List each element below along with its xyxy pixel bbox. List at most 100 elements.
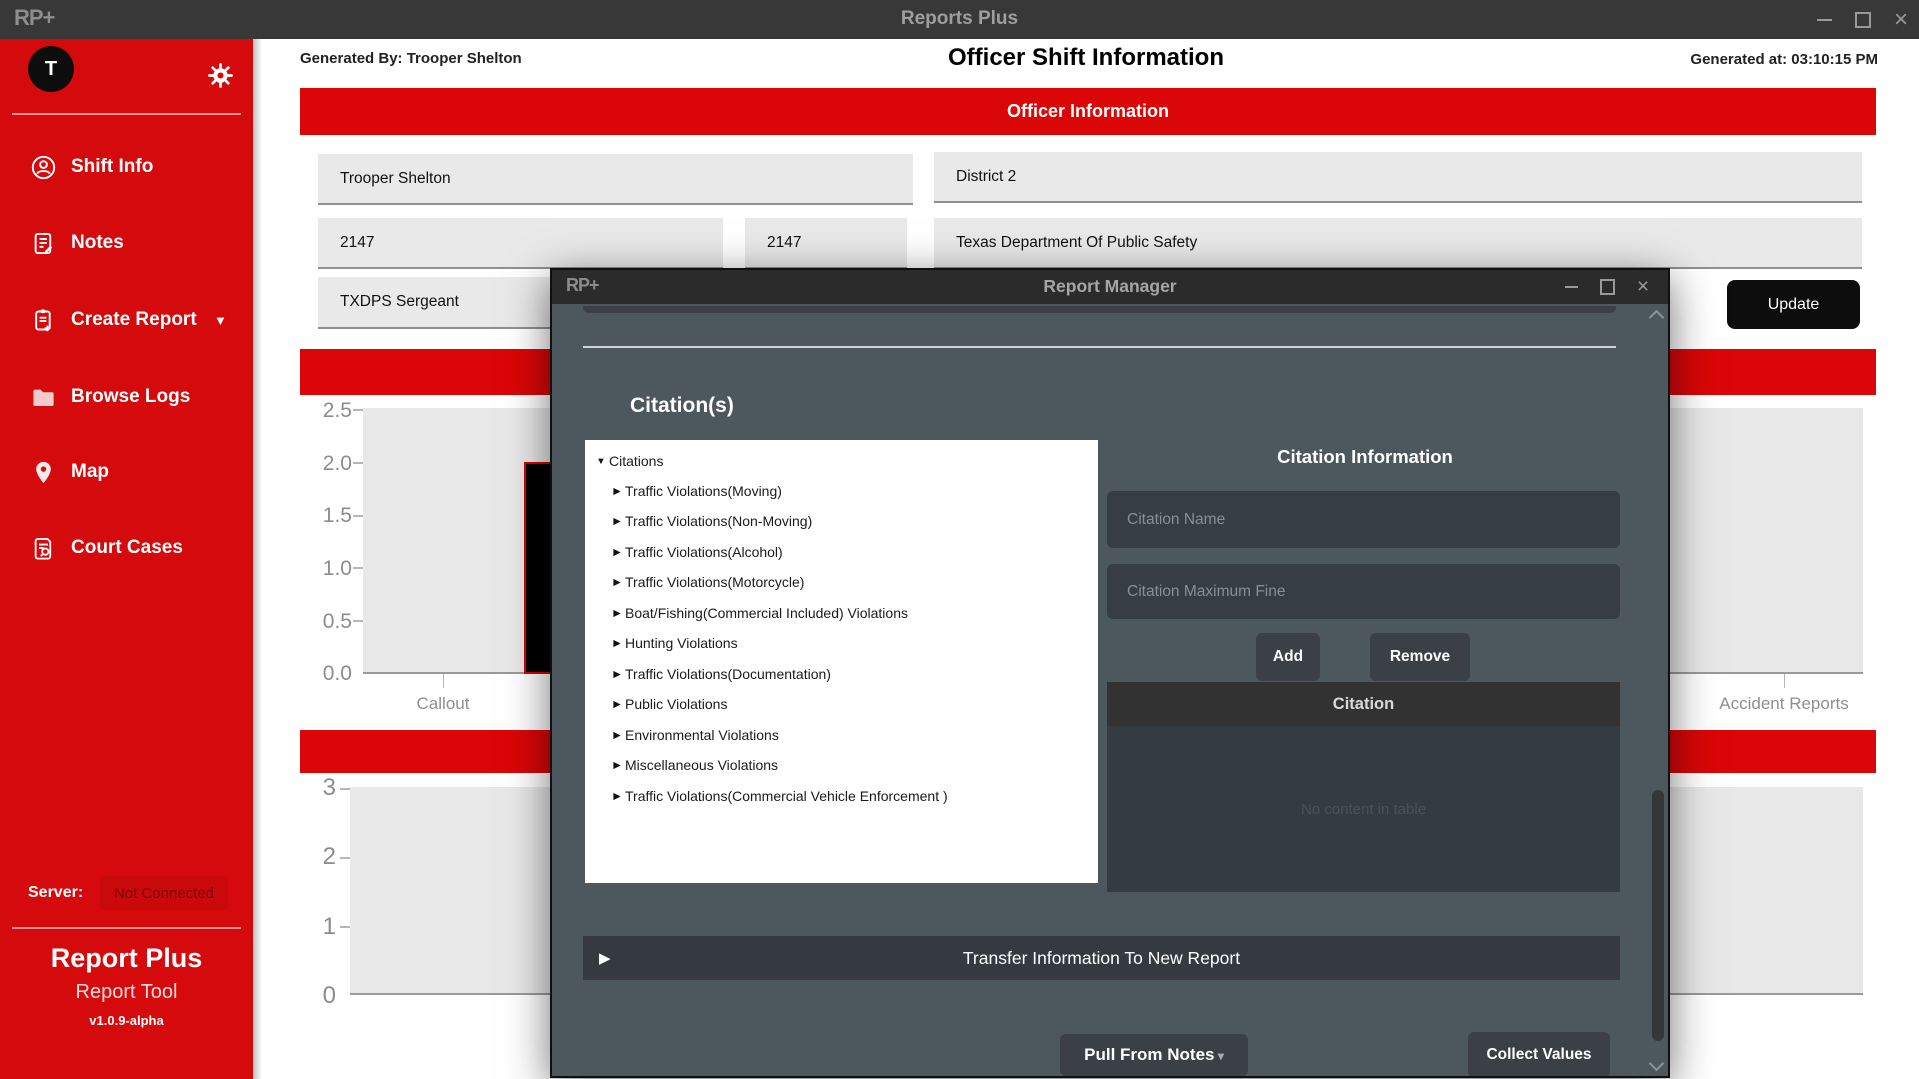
- y-tick-label: 1.5: [292, 504, 352, 528]
- table-empty-placeholder: No content in table: [1301, 801, 1426, 818]
- citation-max-fine-input[interactable]: [1107, 564, 1620, 619]
- map-pin-icon: [30, 459, 57, 486]
- sidebar-item-label: Notes: [71, 232, 124, 254]
- person-circle-icon: [30, 154, 57, 181]
- tree-item-label: Citations: [609, 453, 663, 469]
- citation-column-label: Citation: [1333, 695, 1394, 714]
- x-tick-mark: [1784, 674, 1785, 688]
- sidebar-item-browse-logs[interactable]: Browse Logs: [0, 381, 253, 413]
- citation-table-header: Citation: [1107, 682, 1620, 726]
- dialog-maximize-icon[interactable]: [1590, 270, 1624, 304]
- maximize-icon[interactable]: [1845, 0, 1881, 39]
- y-tick-label: 2.0: [292, 452, 352, 476]
- transfer-to-new-report-button[interactable]: ▶ Transfer Information To New Report: [583, 936, 1620, 980]
- triangle-right-icon[interactable]: ▶: [609, 760, 625, 771]
- tree-item[interactable]: ▶Traffic Violations(Alcohol): [609, 537, 1114, 567]
- department-field[interactable]: [934, 218, 1862, 269]
- add-button[interactable]: Add: [1256, 633, 1320, 681]
- citation-information-title: Citation Information: [1107, 446, 1623, 468]
- sidebar-item-label: Create Report: [71, 309, 197, 331]
- remove-button[interactable]: Remove: [1370, 633, 1470, 681]
- sidebar-item-map[interactable]: Map: [0, 456, 253, 488]
- scrollbar-thumb[interactable]: [1652, 790, 1664, 1041]
- tree-item[interactable]: ▶Traffic Violations(Non-Moving): [609, 506, 1114, 536]
- gear-icon[interactable]: [207, 62, 234, 89]
- y-tick-label: 0.5: [292, 610, 352, 634]
- officer-name-field[interactable]: [318, 154, 913, 205]
- tree-item-label: Public Violations: [625, 696, 727, 712]
- badge-number-field[interactable]: [318, 218, 723, 269]
- dialog-titlebar[interactable]: RP+ Report Manager ×: [552, 270, 1668, 304]
- sidebar-item-label: Map: [71, 461, 109, 483]
- tree-item[interactable]: ▶Environmental Violations: [609, 720, 1114, 750]
- officer-information-title: Officer Information: [1007, 101, 1169, 122]
- sidebar-item-notes[interactable]: Notes: [0, 227, 253, 259]
- collect-values-button[interactable]: Collect Values: [1468, 1032, 1610, 1078]
- tree-item[interactable]: ▶Hunting Violations: [609, 628, 1114, 658]
- tree-item-label: Hunting Violations: [625, 635, 738, 651]
- y-tick-mark: [353, 462, 363, 464]
- server-label: Server:: [28, 884, 83, 902]
- triangle-right-icon[interactable]: ▶: [609, 669, 625, 680]
- tree-item[interactable]: ▶Public Violations: [609, 689, 1114, 719]
- sidebar-item-shift-info[interactable]: Shift Info: [0, 151, 253, 183]
- citation-name-input[interactable]: [1107, 491, 1620, 548]
- scrolled-content-edge: [583, 306, 1616, 313]
- y-tick-label: 2.5: [292, 399, 352, 423]
- district-field[interactable]: [934, 152, 1862, 203]
- scroll-down-icon[interactable]: [1651, 1058, 1662, 1069]
- triangle-right-icon[interactable]: ▶: [609, 730, 625, 741]
- update-button[interactable]: Update: [1727, 280, 1860, 329]
- tree-item-label: Environmental Violations: [625, 727, 779, 743]
- triangle-down-icon[interactable]: ▼: [593, 456, 609, 467]
- y-tick-mark: [340, 788, 350, 790]
- avatar[interactable]: T: [28, 46, 74, 92]
- dialog-close-icon[interactable]: ×: [1626, 270, 1660, 304]
- triangle-right-icon[interactable]: ▶: [609, 608, 625, 619]
- sidebar-item-create-report[interactable]: Create Report ▼: [0, 304, 253, 336]
- sidebar-divider: [12, 927, 241, 929]
- sidebar-divider: [12, 113, 241, 115]
- tree-item-root[interactable]: ▼ Citations: [593, 446, 1098, 476]
- y-tick-mark: [353, 620, 363, 622]
- dialog-minimize-icon[interactable]: [1554, 270, 1588, 304]
- tree-item[interactable]: ▶Traffic Violations(Commercial Vehicle E…: [609, 781, 1114, 811]
- triangle-right-icon[interactable]: ▶: [609, 791, 625, 802]
- y-tick-label: 1: [276, 913, 336, 941]
- officer-information-banner: Officer Information: [300, 88, 1876, 135]
- unit-number-field[interactable]: [745, 218, 907, 269]
- tree-item-label: Traffic Violations(Documentation): [625, 666, 831, 682]
- tree-item-label: Traffic Violations(Moving): [625, 483, 782, 499]
- avatar-initial: T: [45, 58, 57, 81]
- triangle-right-icon[interactable]: ▶: [609, 577, 625, 588]
- triangle-right-icon[interactable]: ▶: [609, 486, 625, 497]
- minimize-icon[interactable]: [1806, 0, 1842, 39]
- brand-title: Report Plus: [0, 943, 253, 974]
- sidebar-item-court-cases[interactable]: Court Cases: [0, 532, 253, 564]
- triangle-right-icon[interactable]: ▶: [609, 699, 625, 710]
- close-icon[interactable]: ×: [1883, 0, 1919, 39]
- window-titlebar[interactable]: RP+ Reports Plus ×: [0, 0, 1919, 39]
- triangle-right-icon[interactable]: ▶: [609, 516, 625, 527]
- tree-item-label: Traffic Violations(Alcohol): [625, 544, 783, 560]
- x-tick-label: Accident Reports: [1709, 694, 1859, 714]
- triangle-right-icon[interactable]: ▶: [609, 547, 625, 558]
- tree-item[interactable]: ▶Miscellaneous Violations: [609, 750, 1114, 780]
- citations-heading: Citation(s): [630, 394, 734, 418]
- tree-item[interactable]: ▶Traffic Violations(Documentation): [609, 659, 1114, 689]
- tree-item[interactable]: ▶Boat/Fishing(Commercial Included) Viola…: [609, 598, 1114, 628]
- window-title: Reports Plus: [0, 8, 1919, 30]
- tree-item[interactable]: ▶Traffic Violations(Moving): [609, 476, 1114, 506]
- brand-subtitle: Report Tool: [0, 981, 253, 1004]
- pull-from-notes-button[interactable]: Pull From Notes ▾: [1060, 1034, 1248, 1076]
- triangle-right-icon[interactable]: ▶: [609, 638, 625, 649]
- tree-item-label: Miscellaneous Violations: [625, 757, 778, 773]
- app-window: RP+ Reports Plus × T: [0, 0, 1919, 1079]
- citations-tree: ▼ Citations ▶Traffic Violations(Moving) …: [585, 440, 1098, 883]
- scroll-up-icon[interactable]: [1651, 312, 1662, 323]
- clipboard-plus-icon: [30, 307, 57, 334]
- tree-item[interactable]: ▶Traffic Violations(Motorcycle): [609, 567, 1114, 597]
- generated-at-label: Generated at: 03:10:15 PM: [1478, 51, 1878, 68]
- transfer-label: Transfer Information To New Report: [963, 948, 1240, 969]
- report-manager-dialog: RP+ Report Manager × Citation(s) ▼ Citat…: [550, 268, 1670, 1078]
